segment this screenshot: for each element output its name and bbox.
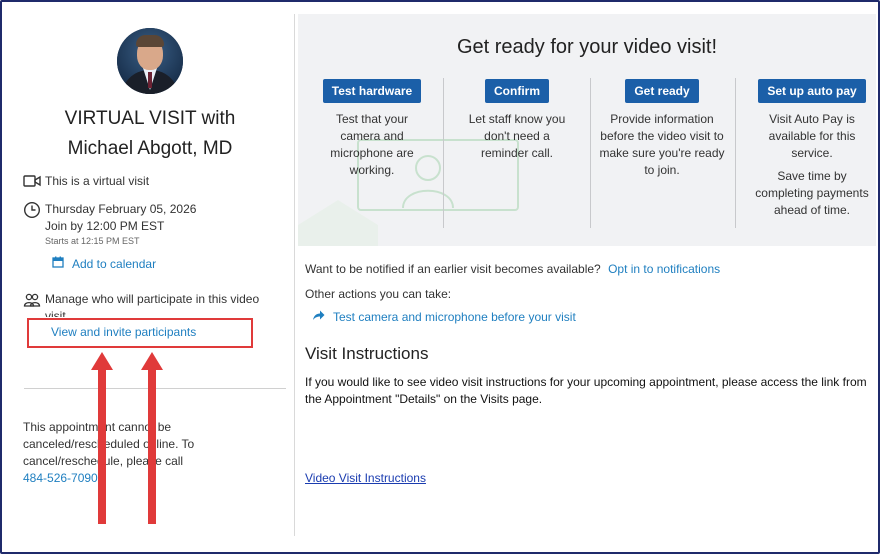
- confirm-button[interactable]: Confirm: [485, 79, 549, 103]
- test-hardware-button[interactable]: Test hardware: [322, 79, 422, 103]
- test-hardware-desc: Test that your camera and microphone are…: [330, 112, 414, 177]
- auto-pay-desc: Visit Auto Pay is available for this ser…: [768, 112, 856, 160]
- add-to-calendar-link[interactable]: Add to calendar: [52, 256, 156, 271]
- opt-in-notifications-link[interactable]: Opt in to notifications: [608, 262, 720, 276]
- manage-participants-text: Manage who will participate in this vide…: [45, 292, 260, 317]
- step-get-ready: Get ready Provide information before the…: [592, 79, 732, 179]
- virtual-visit-row: This is a virtual visit: [23, 174, 149, 188]
- confirm-desc: Let staff know you don't need a reminder…: [468, 112, 566, 160]
- get-ready-title: Get ready for your video visit!: [456, 36, 718, 58]
- people-icon: [23, 291, 45, 309]
- panel-divider: [294, 14, 295, 536]
- visit-title: VIRTUAL VISIT with Michael Abgott, MD: [20, 104, 280, 164]
- auto-pay-desc-2: Save time by completing payments ahead o…: [755, 169, 869, 217]
- manage-participants-row: Manage who will participate in this vide…: [23, 291, 285, 317]
- start-time: Starts at 12:15 PM EST: [45, 236, 140, 246]
- other-actions-label: Other actions you can take:: [305, 287, 452, 301]
- step-confirm: Confirm Let staff know you don't need a …: [447, 79, 587, 162]
- view-invite-participants-link[interactable]: View and invite participants: [51, 325, 196, 339]
- visit-title-line1: VIRTUAL VISIT with: [64, 108, 236, 129]
- cancel-notice: This appointment cannot be canceled/resc…: [23, 419, 243, 487]
- step-separator: [735, 78, 736, 228]
- provider-name: Michael Abgott, MD: [67, 138, 233, 159]
- red-arrow-right: [141, 352, 163, 524]
- step-separator: [590, 78, 591, 228]
- video-visit-instructions-link[interactable]: Video Visit Instructions: [305, 471, 426, 485]
- test-camera-label: Test camera and microphone before your v…: [333, 310, 576, 324]
- notify-row: Want to be notified if an earlier visit …: [305, 262, 720, 276]
- notify-question: Want to be notified if an earlier visit …: [305, 262, 601, 276]
- set-up-auto-pay-button[interactable]: Set up auto pay: [758, 79, 866, 103]
- provider-avatar: [117, 28, 183, 94]
- get-ready-desc: Provide information before the video vis…: [599, 112, 725, 177]
- step-test-hardware: Test hardware Test that your camera and …: [302, 79, 442, 179]
- join-by-time: Join by 12:00 PM EST: [45, 219, 165, 233]
- test-camera-link[interactable]: Test camera and microphone before your v…: [312, 310, 576, 324]
- step-auto-pay: Set up auto pay Visit Auto Pay is availa…: [742, 79, 880, 219]
- red-arrow-left: [91, 352, 113, 524]
- get-ready-button[interactable]: Get ready: [625, 79, 699, 103]
- clock-icon: [23, 201, 45, 219]
- visit-instructions-heading: Visit Instructions: [305, 344, 429, 363]
- visit-instructions-text: If you would like to see video visit ins…: [305, 375, 867, 406]
- visit-date: Thursday February 05, 2026: [45, 202, 197, 216]
- visit-time-row: Thursday February 05, 2026 Join by 12:00…: [23, 201, 196, 247]
- video-camera-icon: [23, 174, 45, 188]
- share-arrow-icon: [312, 310, 325, 324]
- phone-link[interactable]: 484-526-7090: [23, 470, 243, 487]
- add-to-calendar-label: Add to calendar: [72, 256, 157, 271]
- step-separator: [443, 78, 444, 228]
- virtual-visit-text: This is a virtual visit: [45, 174, 150, 188]
- calendar-icon: [52, 256, 64, 271]
